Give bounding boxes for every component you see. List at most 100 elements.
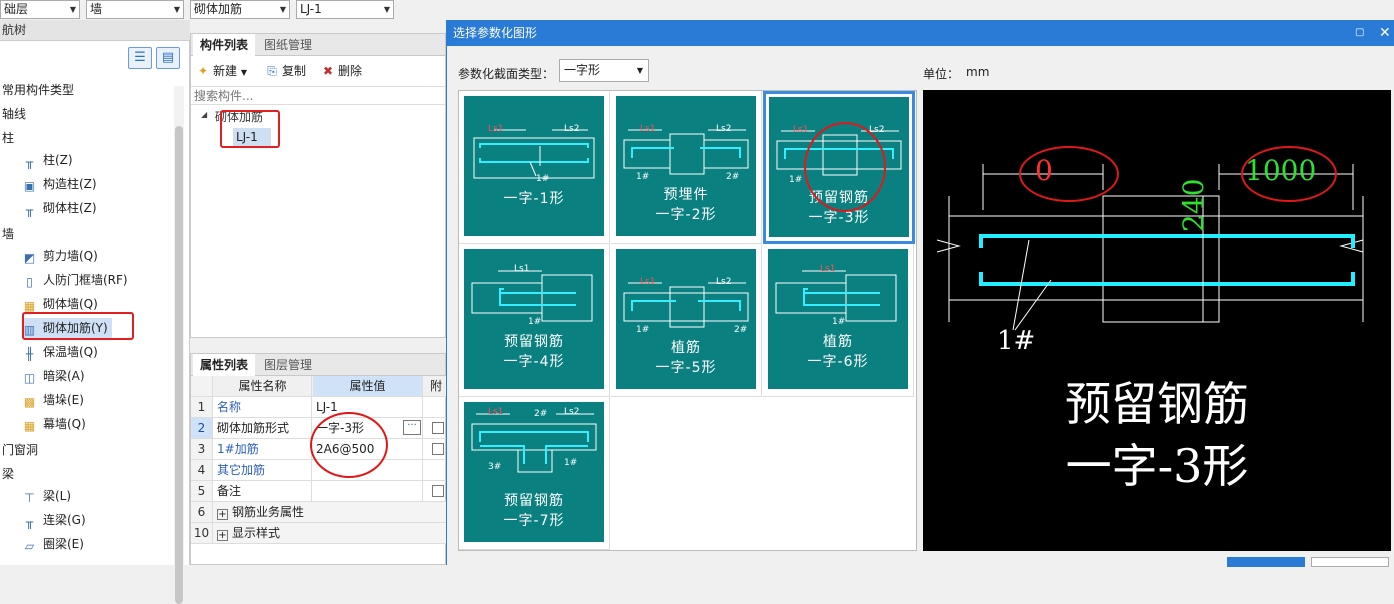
shape-option-6[interactable]: Ls1 1# 植筋 一字-6形 [763,244,914,397]
chevron-down-icon: ▼ [173,5,180,14]
tab-property-list[interactable]: 属性列表 [193,354,256,376]
category-value: 墙 [90,2,103,16]
header-value: 属性值 [313,376,423,396]
ok-button[interactable] [1227,557,1305,567]
nav-item-label: 剪力墙(Q) [43,249,98,263]
type-combo[interactable]: 砌体加筋 ▼ [190,0,290,19]
header-num [191,376,213,396]
nav-item-label: 幕墙(Q) [43,417,86,431]
row-num: 6 [191,502,213,522]
nav-item-insulation-wall[interactable]: ╫ 保温墙(Q) [22,342,98,362]
shape-thumbnail: Ls1 Ls2 2# 3# 1# 预留钢筋 一字-7形 [464,402,604,542]
nav-category-opening[interactable]: 门窗洞 [2,441,38,458]
nav-scrollbar[interactable] [174,86,184,604]
category-combo[interactable]: 墙 ▼ [86,0,184,19]
component-combo[interactable]: LJ-1 ▼ [296,0,394,19]
row-checkbox[interactable] [432,422,444,434]
shape-option-5[interactable]: Ls1 Ls2 1# 2# 植筋 一字-5形 [611,244,762,397]
shape-option-2[interactable]: Ls1 Ls2 1# 2# 预埋件 一字-2形 [611,91,762,244]
row-name: 钢筋业务属性 [232,505,305,519]
nav-category-column[interactable]: 柱 [2,129,14,146]
nav-category-wall[interactable]: 墙 [2,225,14,242]
rebar-tag: 1# [997,326,1036,356]
coupling-beam-icon: ╥ [25,515,34,529]
row-name: 1#加筋 [214,439,312,459]
new-button[interactable]: ✦ 新建 ▼ [196,62,247,80]
expand-plus-icon[interactable]: + [217,530,228,541]
section-type-label: 参数化截面类型： [458,67,555,81]
nav-item-masonry-column[interactable]: ╥ 砌体柱(Z) [22,198,97,218]
nav-item-constructional-column[interactable]: ▣ 构造柱(Z) [22,174,97,194]
property-row[interactable]: 6 + 钢筋业务属性 [191,502,446,523]
list-view-button[interactable]: ☰ [128,47,152,69]
tab-layer-management[interactable]: 图层管理 [257,354,319,376]
section-type-select[interactable]: 一字形 ▼ [559,59,649,82]
label-ls1: Ls1 [488,124,504,134]
shape-option-7[interactable]: Ls1 Ls2 2# 3# 1# 预留钢筋 一字-7形 [459,397,610,550]
row-check-cell [424,418,446,438]
nav-category-beam[interactable]: 梁 [2,465,14,482]
floor-combo[interactable]: 础层 ▼ [0,0,80,19]
label-rebar: 1# [536,174,550,184]
ellipsis-button[interactable]: ··· [403,420,421,435]
nav-item-hidden-beam[interactable]: ◫ 暗梁(A) [22,366,85,386]
label-rebar: 1# [564,458,578,468]
property-row[interactable]: 10 + 显示样式 [191,523,446,544]
nav-scroll-thumb[interactable] [175,126,183,604]
row-checkbox[interactable] [432,485,444,497]
chevron-down-icon: ▼ [279,5,286,14]
tab-drawing-management[interactable]: 图纸管理 [257,34,319,56]
nav-item-label: 人防门框墙(RF) [43,273,128,287]
row-check-cell [424,439,446,459]
row-value-input[interactable]: LJ-1 [313,397,423,417]
row-check-cell [424,481,446,501]
beam-icon: ⊤ [24,491,35,505]
constructional-column-icon: ▣ [23,179,36,193]
highlight-ellipse [1019,146,1119,202]
shape-thumbnail: Ls1 1# 预留钢筋 一字-4形 [464,249,604,389]
nav-item-label: 暗梁(A) [43,369,85,383]
section-type-value: 一字形 [564,63,601,77]
delete-icon: ✖ [322,64,334,78]
nav-item-civil-defense-wall[interactable]: ▯ 人防门框墙(RF) [22,270,128,290]
tree-expand-icon[interactable]: ◢ [201,110,207,119]
row-name: 备注 [214,481,312,501]
property-row[interactable]: 1 名称 LJ-1 [191,397,446,418]
label-rebar: 1# [636,325,650,335]
nav-panel: ☰ ▤ 常用构件类型 轴线 柱 ╥ 柱(Z) ▣ 构造柱(Z) ╥ 砌体柱(Z) 墙 … [0,41,190,604]
ring-beam-icon: ▱ [24,539,35,553]
component-search-input[interactable] [191,86,445,105]
highlight-ellipse [310,412,388,478]
nav-item-beam[interactable]: ⊤ 梁(L) [22,486,71,506]
nav-category-axis[interactable]: 轴线 [2,105,26,122]
maximize-icon[interactable]: ▢ [1355,20,1364,46]
row-checkbox[interactable] [432,443,444,455]
nav-item-curtain-wall[interactable]: ▦ 幕墙(Q) [22,414,86,434]
nav-item-shear-wall[interactable]: ◩ 剪力墙(Q) [22,246,98,266]
shape-name: 一字-1形 [503,191,565,207]
nav-item-ring-beam[interactable]: ▱ 圈梁(E) [22,534,84,554]
nav-item-column[interactable]: ╥ 柱(Z) [22,150,73,170]
nav-item-masonry-wall[interactable]: ▦ 砌体墙(Q) [22,294,98,314]
close-icon[interactable]: ✕ [1379,20,1391,46]
nav-item-coupling-beam[interactable]: ╥ 连梁(G) [22,510,86,530]
delete-button[interactable]: ✖ 删除 [321,62,362,80]
label-rebar: 1# [636,172,650,182]
property-row[interactable]: 5 备注 [191,481,446,502]
nav-item-wall-pier[interactable]: ▩ 墙垛(E) [22,390,84,410]
parametric-shape-dialog: 选择参数化图形 ▢ ✕ 参数化截面类型： 一字形 ▼ 单位： mm Ls1 Ls2… [446,20,1394,567]
shape-option-1[interactable]: Ls1 Ls2 1# 一字-1形 [459,91,610,244]
shape-option-3[interactable]: Ls1 Ls2 1# 预留钢筋 一字-3形 [763,91,915,244]
card-view-button[interactable]: ▤ [156,47,180,69]
copy-button[interactable]: ⎘ 复制 [265,62,306,80]
nav-category-common[interactable]: 常用构件类型 [2,81,74,98]
cancel-button[interactable] [1311,557,1389,567]
shape-name-line1: 预埋件 [663,187,709,203]
shape-thumbnail: Ls1 Ls2 1# 2# 植筋 一字-5形 [616,249,756,389]
tab-component-list[interactable]: 构件列表 [193,34,256,56]
row-value-input[interactable] [313,481,423,501]
expand-plus-icon[interactable]: + [217,509,228,520]
highlight-ellipse [804,122,886,212]
chevron-down-icon: ▼ [240,68,247,77]
shape-option-4[interactable]: Ls1 1# 预留钢筋 一字-4形 [459,244,610,397]
